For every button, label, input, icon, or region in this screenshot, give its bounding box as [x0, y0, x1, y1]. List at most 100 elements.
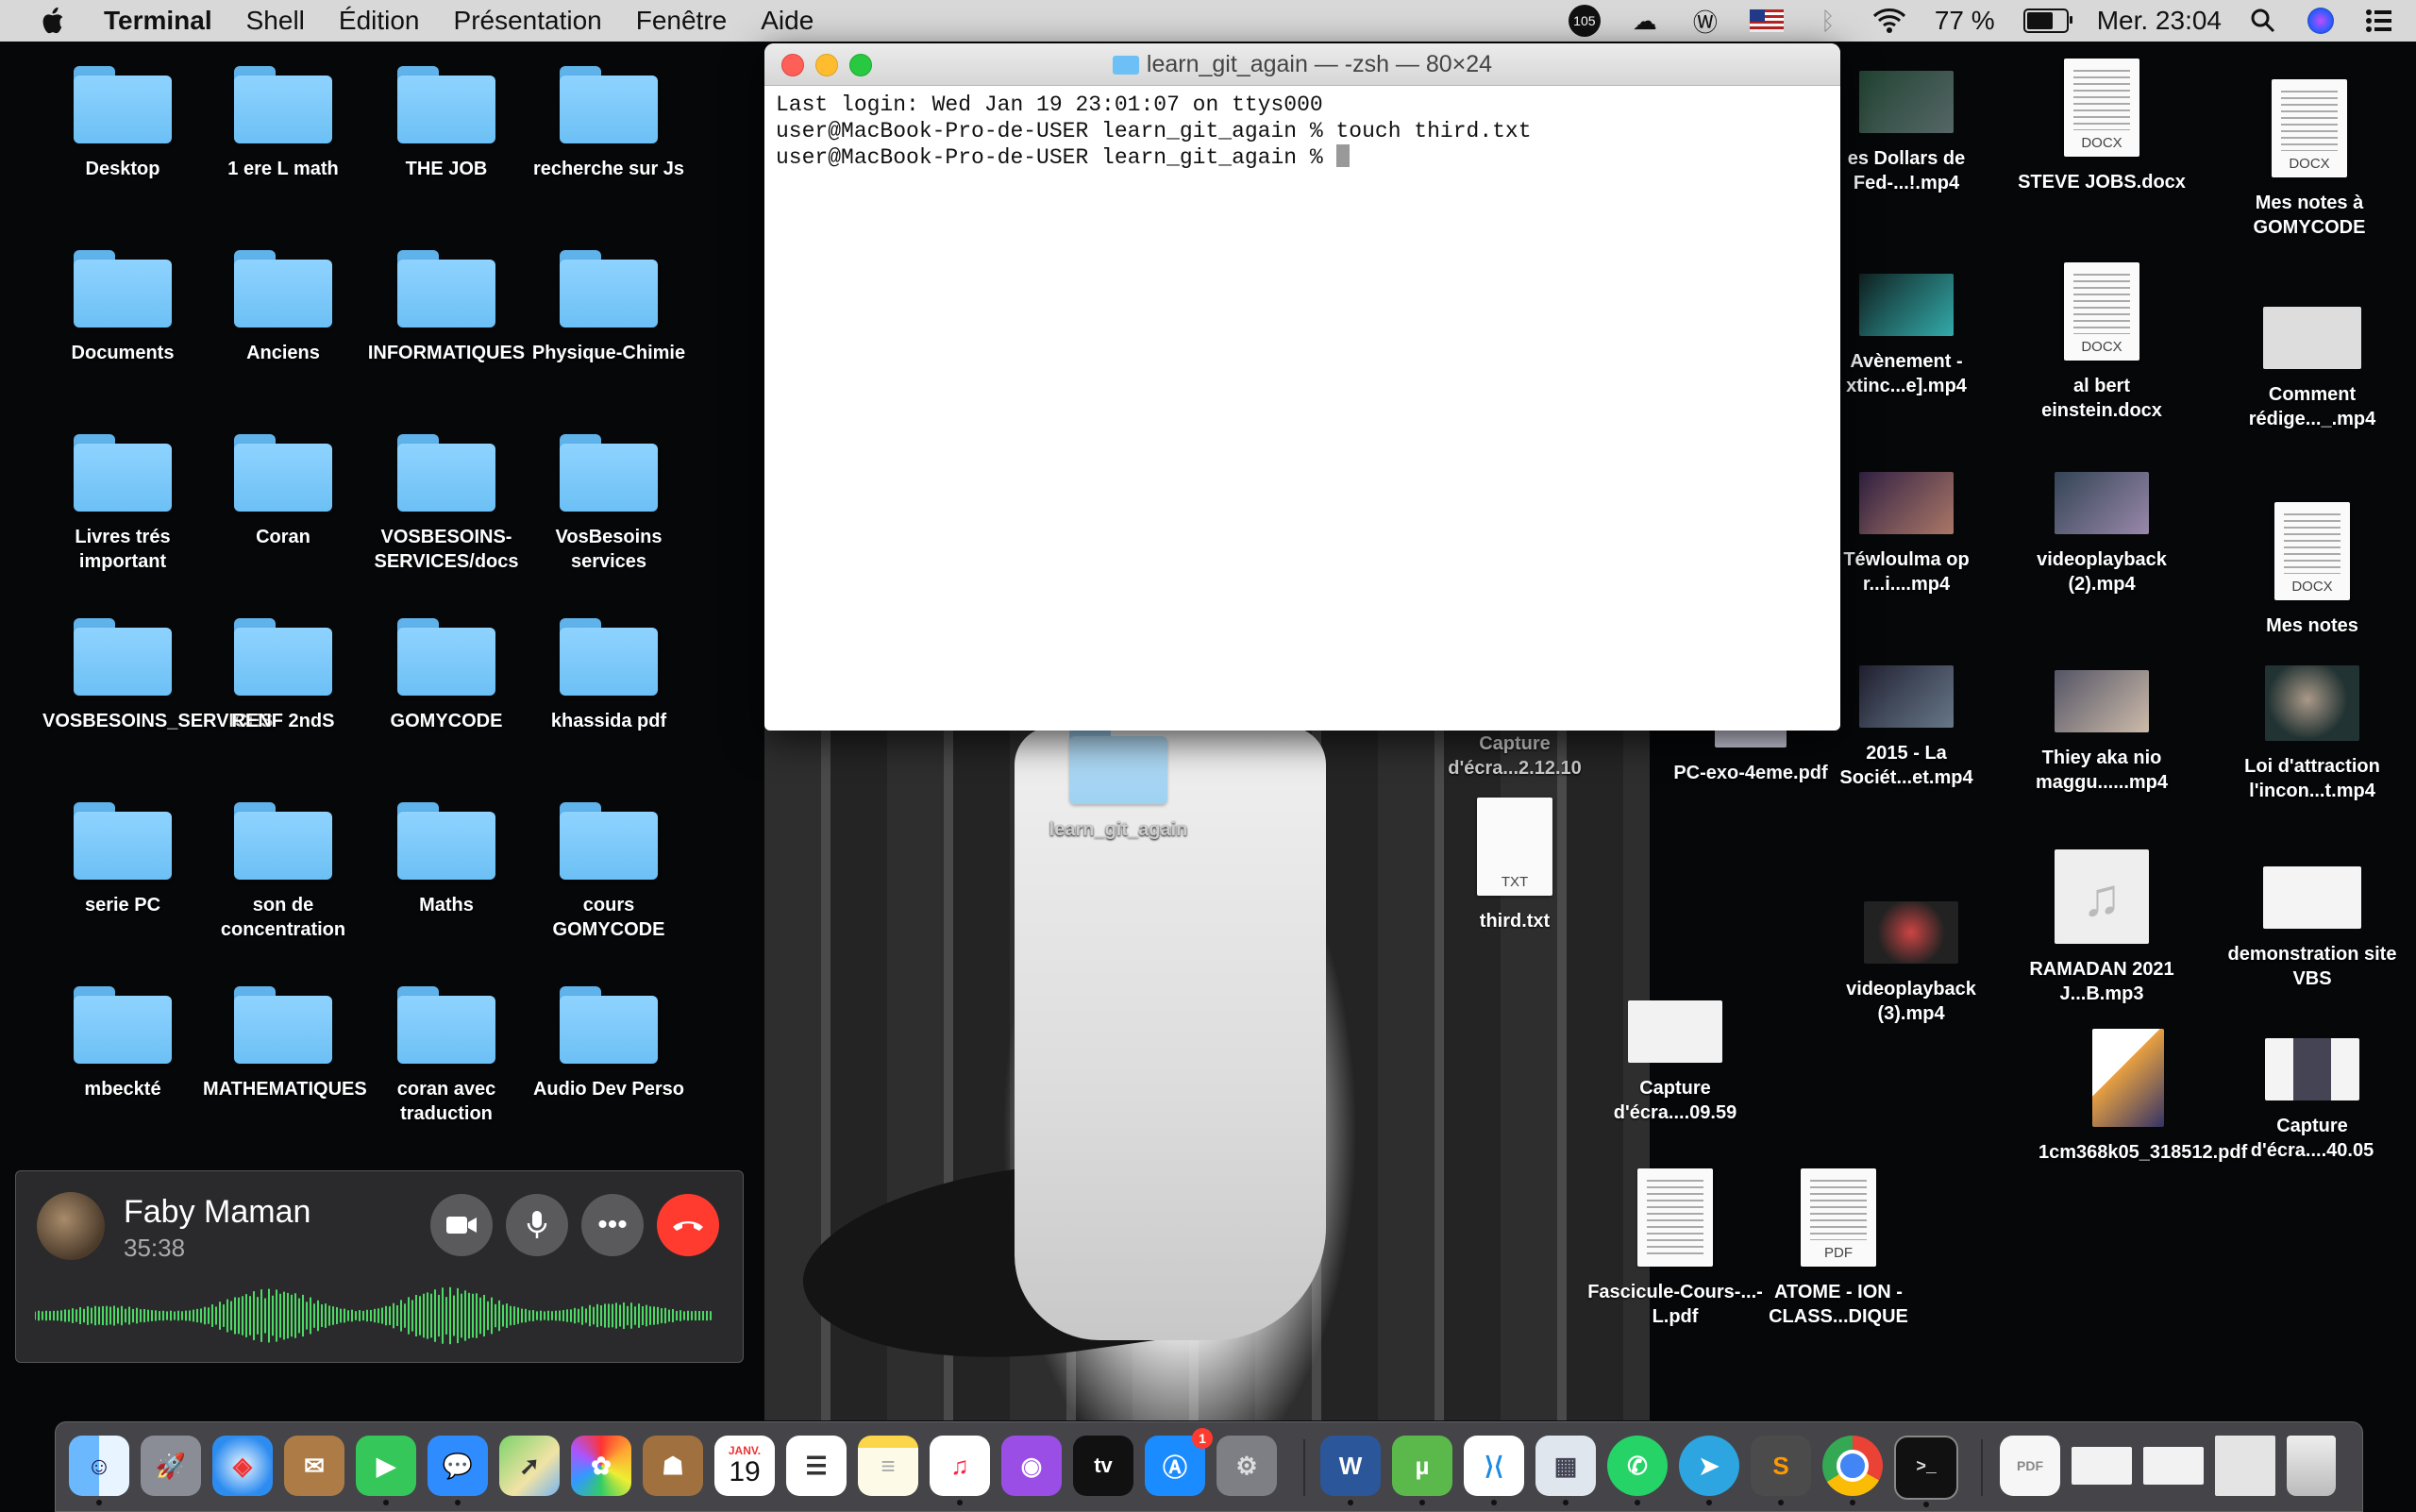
recent-screenshot-icon[interactable]	[2072, 1447, 2132, 1485]
desktop-item-videoplayback-3[interactable]: videoplayback (3).mp4	[1821, 901, 2001, 1026]
desktop-folder[interactable]: Coran	[203, 434, 363, 549]
desktop-folder[interactable]: son de concentration	[203, 802, 363, 942]
control-center-icon[interactable]	[2365, 8, 2393, 33]
vscode-icon[interactable]: ⟩⟨	[1464, 1436, 1524, 1505]
desktop-item-thiey[interactable]: Thiey aka nio maggu......mp4	[2012, 670, 2191, 795]
desktop-item-atome[interactable]: PDF ATOME - ION - CLASS...DIQUE	[1749, 1168, 1928, 1329]
desktop-item-societe[interactable]: 2015 - La Sociét...et.mp4	[1817, 665, 1996, 790]
more-options-button[interactable]: •••	[581, 1194, 644, 1256]
desktop-folder[interactable]: VOSBESOINS_SERVICES	[42, 618, 273, 733]
photos-icon[interactable]: ✿	[571, 1436, 631, 1496]
wordpress-icon[interactable]: Ⓦ	[1689, 5, 1721, 37]
desktop-item-albert[interactable]: DOCX al bert einstein.docx	[2012, 262, 2191, 423]
desktop-folder[interactable]: RENF 2ndS	[203, 618, 363, 733]
desktop-item-avenement[interactable]: Avènement - xtinc...e].mp4	[1817, 274, 1996, 398]
music-icon[interactable]: ♫	[930, 1436, 990, 1505]
reminders-icon[interactable]: ☰	[786, 1436, 847, 1496]
desktop-item-loi[interactable]: Loi d'attraction l'incon...t.mp4	[2223, 665, 2402, 803]
desktop-folder[interactable]: coran avec traduction	[366, 986, 527, 1126]
notification-badge-icon[interactable]: 105	[1568, 5, 1601, 37]
safari-icon[interactable]: ◈	[212, 1436, 273, 1496]
launchpad-icon[interactable]: 🚀	[141, 1436, 201, 1496]
battery-icon[interactable]	[2022, 8, 2072, 33]
desktop-folder[interactable]: 1 ere L math	[203, 66, 363, 181]
desktop-item-capture-2[interactable]: Capture d'écra....09.59	[1586, 1000, 1765, 1125]
app-store-icon[interactable]: Ⓐ 1	[1145, 1428, 1213, 1496]
system-preferences-icon[interactable]: ⚙	[1216, 1436, 1277, 1496]
video-camera-button[interactable]	[430, 1194, 493, 1256]
desktop-folder[interactable]: Anciens	[203, 250, 363, 365]
contacts-icon[interactable]: ☗	[643, 1436, 703, 1496]
desktop-item-capture-3[interactable]: Capture d'écra....40.05	[2223, 1038, 2402, 1163]
desktop-item-ramadan[interactable]: ♫ RAMADAN 2021 J...B.mp3	[2012, 849, 2191, 1006]
desktop-folder[interactable]: Maths	[366, 802, 527, 917]
desktop-folder[interactable]: MATHEMATIQUES	[203, 986, 367, 1101]
desktop-folder[interactable]: VOSBESOINS-SERVICES/docs	[366, 434, 527, 574]
menu-edition[interactable]: Édition	[339, 6, 420, 36]
clock[interactable]: Mer. 23:04	[2097, 6, 2222, 36]
desktop-item-dollars[interactable]: es Dollars de Fed-...!.mp4	[1817, 71, 1996, 195]
desktop-item-fascicule[interactable]: Fascicule-Cours-...-L.pdf	[1586, 1168, 1765, 1329]
siri-icon[interactable]	[2305, 5, 2337, 37]
desktop-item-1cm368[interactable]: 1cm368k05_318512.pdf	[2038, 1029, 2247, 1165]
desktop-item-steve-jobs[interactable]: DOCX STEVE JOBS.docx	[2012, 59, 2191, 194]
desktop-folder[interactable]: Audio Dev Perso	[528, 986, 689, 1101]
desktop-folder[interactable]: cours GOMYCODE	[528, 802, 689, 942]
desktop-folder[interactable]: recherche sur Js	[528, 66, 689, 181]
desktop-item-videoplayback-2[interactable]: videoplayback (2).mp4	[2012, 472, 2191, 596]
desktop-folder[interactable]: Livres trés important	[42, 434, 203, 574]
utorrent-icon[interactable]: µ	[1392, 1436, 1452, 1505]
menu-shell[interactable]: Shell	[246, 6, 305, 36]
desktop-item-third-txt[interactable]: TXT third.txt	[1425, 798, 1604, 933]
desktop-item-demonstration[interactable]: demonstration site VBS	[2223, 866, 2402, 991]
podcasts-icon[interactable]: ◉	[1001, 1436, 1062, 1496]
menu-presentation[interactable]: Présentation	[454, 6, 602, 36]
desktop-folder[interactable]: Desktop	[42, 66, 203, 181]
desktop-folder[interactable]: serie PC	[42, 802, 203, 917]
terminal-prompt-line[interactable]: user@MacBook-Pro-de-USER learn_git_again…	[776, 144, 1829, 171]
calendar-icon[interactable]: JANV. 19	[714, 1436, 775, 1496]
wifi-icon[interactable]	[1872, 8, 1906, 34]
facetime-icon[interactable]: ▶	[356, 1436, 416, 1505]
notes-icon[interactable]: ≡	[858, 1436, 918, 1496]
maps-icon[interactable]: ➚	[499, 1436, 560, 1496]
trash-icon[interactable]	[2287, 1436, 2336, 1496]
desktop-folder[interactable]: THE JOB	[366, 66, 527, 181]
terminal-window[interactable]: learn_git_again — -zsh — 80×24 Last logi…	[764, 43, 1840, 731]
finder-icon[interactable]: ☺	[69, 1436, 129, 1505]
messages-icon[interactable]: 💬	[428, 1436, 488, 1505]
apple-menu-icon[interactable]	[38, 6, 66, 36]
desktop-item-learn-git-again[interactable]: learn_git_again	[1029, 727, 1208, 842]
downloads-stack-icon[interactable]	[2215, 1436, 2275, 1496]
desktop-folder[interactable]: khassida pdf	[528, 618, 689, 733]
desktop-item-tewloulma[interactable]: Téwloulma op r...i....mp4	[1817, 472, 1996, 596]
recent-screenshot-icon[interactable]	[2143, 1447, 2204, 1485]
input-source-flag-icon[interactable]	[1749, 9, 1784, 32]
facetime-call-panel[interactable]: Faby Maman 35:38 •••	[15, 1170, 744, 1363]
desktop-item-mes-notes-gomycode[interactable]: DOCX Mes notes à GOMYCODE	[2220, 79, 2399, 240]
spotlight-search-icon[interactable]	[2250, 8, 2276, 34]
desktop-folder[interactable]: mbeckté	[42, 986, 203, 1101]
desktop-item-mes-notes[interactable]: DOCX Mes notes	[2223, 502, 2402, 638]
menu-app-name[interactable]: Terminal	[104, 6, 212, 36]
desktop-folder[interactable]: Documents	[42, 250, 203, 365]
desktop-folder[interactable]: GOMYCODE	[366, 618, 527, 733]
sublime-text-icon[interactable]: S	[1751, 1436, 1811, 1505]
preview-icon[interactable]: ▦	[1535, 1436, 1596, 1505]
mail-stamp-icon[interactable]: ✉	[284, 1436, 344, 1496]
menu-fenetre[interactable]: Fenêtre	[636, 6, 728, 36]
end-call-button[interactable]	[657, 1194, 719, 1256]
desktop-folder[interactable]: Physique-Chimie	[528, 250, 689, 365]
creative-cloud-icon[interactable]: ☁	[1629, 5, 1661, 37]
terminal-icon[interactable]: >_	[1894, 1436, 1958, 1507]
bluetooth-icon[interactable]: ᛒ	[1812, 5, 1844, 37]
whatsapp-icon[interactable]: ✆	[1607, 1436, 1668, 1505]
desktop-folder[interactable]: VosBesoins services	[528, 434, 689, 574]
microphone-button[interactable]	[506, 1194, 568, 1256]
word-icon[interactable]: W	[1320, 1436, 1381, 1505]
desktop-item-comment[interactable]: Comment rédige..._.mp4	[2223, 307, 2402, 431]
telegram-icon[interactable]: ➤	[1679, 1436, 1739, 1505]
desktop-folder[interactable]: INFORMATIQUES	[366, 250, 527, 365]
pdf-document-icon[interactable]: PDF	[2000, 1436, 2060, 1496]
terminal-titlebar[interactable]: learn_git_again — -zsh — 80×24	[764, 43, 1840, 86]
